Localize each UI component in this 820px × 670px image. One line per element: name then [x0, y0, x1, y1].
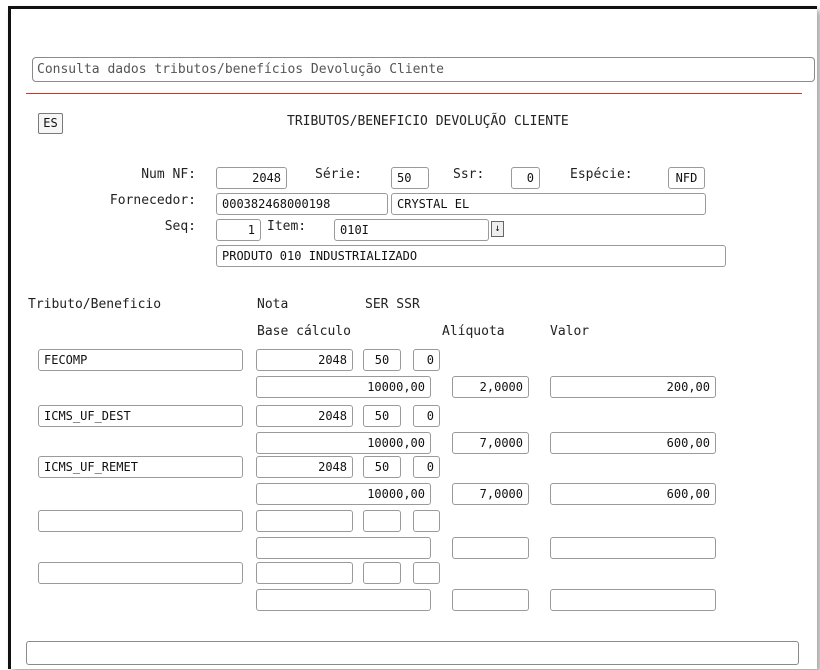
screen-heading: TRIBUTOS/BENEFICIO DEVOLUÇÃO CLIENTE [287, 114, 569, 129]
fornecedor-name-field[interactable]: CRYSTAL EL [391, 193, 706, 215]
fornecedor-code-field[interactable]: 000382468000198 [216, 193, 388, 215]
tributo-field[interactable] [38, 562, 243, 584]
ssr-field[interactable]: 0 [511, 167, 540, 189]
tributo-field[interactable]: ICMS_UF_REMET [38, 456, 243, 478]
serie-field[interactable]: 50 [391, 167, 429, 189]
base-calculo-field[interactable]: 10000,00 [256, 432, 431, 454]
ssr-field[interactable]: 0 [413, 456, 440, 478]
especie-field[interactable]: NFD [668, 167, 705, 189]
valor-field[interactable]: 200,00 [550, 376, 716, 398]
nota-field[interactable]: 2048 [256, 405, 353, 427]
status-bar [26, 641, 799, 665]
ssr-field[interactable] [413, 510, 440, 532]
item-label: Item: [267, 219, 307, 234]
tributo-field[interactable]: ICMS_UF_DEST [38, 405, 243, 427]
num-nf-label: Num NF: [141, 167, 196, 182]
aliquota-field[interactable] [452, 589, 529, 611]
aliquota-field[interactable]: 7,0000 [452, 483, 529, 505]
item-field[interactable]: 010I [334, 219, 489, 241]
valor-field[interactable] [550, 589, 716, 611]
aliquota-field[interactable]: 7,0000 [452, 432, 529, 454]
separator-line [26, 93, 802, 94]
aliquota-field[interactable]: 2,0000 [452, 376, 529, 398]
ssr-field[interactable]: 0 [413, 349, 440, 371]
nota-field[interactable] [256, 510, 353, 532]
es-button[interactable]: ES [38, 113, 63, 134]
fornecedor-label: Fornecedor: [109, 193, 196, 208]
ser-field[interactable]: 50 [363, 456, 401, 478]
tributo-field[interactable]: FECOMP [38, 349, 243, 371]
base-calculo-field[interactable]: 10000,00 [256, 483, 431, 505]
screen-title-field[interactable]: Consulta dados tributos/benefícios Devol… [32, 57, 815, 82]
nota-field[interactable]: 2048 [256, 456, 353, 478]
aliquota-field[interactable] [452, 537, 529, 559]
col-base-header: Base cálculo [257, 324, 351, 339]
col-ser-ssr-header: SER SSR [365, 297, 420, 312]
especie-label: Espécie: [570, 167, 633, 182]
item-dropdown-icon[interactable]: ↓ [491, 221, 504, 237]
base-calculo-field[interactable] [256, 537, 431, 559]
seq-label: Seq: [164, 219, 196, 234]
ssr-field[interactable] [413, 562, 440, 584]
col-tributo-header: Tributo/Beneficio [28, 297, 162, 312]
ser-field[interactable] [363, 562, 401, 584]
nota-field[interactable]: 2048 [256, 349, 353, 371]
col-nota-header: Nota [257, 297, 289, 312]
nota-field[interactable] [256, 562, 353, 584]
serie-label: Série: [315, 167, 362, 182]
ser-field[interactable]: 50 [363, 405, 401, 427]
valor-field[interactable]: 600,00 [550, 483, 716, 505]
base-calculo-field[interactable]: 10000,00 [256, 376, 431, 398]
tributo-field[interactable] [38, 510, 243, 532]
base-calculo-field[interactable] [256, 589, 431, 611]
valor-field[interactable] [550, 537, 716, 559]
seq-field[interactable]: 1 [216, 219, 261, 241]
ser-field[interactable] [363, 510, 401, 532]
ssr-label: Ssr: [453, 167, 485, 182]
col-aliquota-header: Alíquota [442, 324, 505, 339]
ssr-field[interactable]: 0 [413, 405, 440, 427]
produto-field[interactable]: PRODUTO 010 INDUSTRIALIZADO [216, 245, 726, 267]
col-valor-header: Valor [550, 324, 590, 339]
num-nf-field[interactable]: 2048 [216, 167, 287, 189]
ser-field[interactable]: 50 [363, 349, 401, 371]
valor-field[interactable]: 600,00 [550, 432, 716, 454]
